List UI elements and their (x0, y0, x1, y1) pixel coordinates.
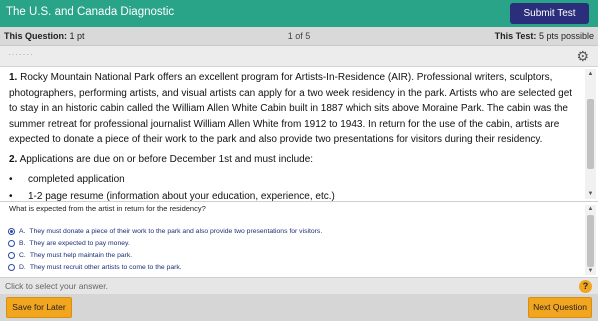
list-item: 1-2 page resume (information about your … (9, 188, 579, 201)
question-prompt: What is expected from the artist in retu… (9, 204, 206, 213)
passage-text: 1. Rocky Mountain National Park offers a… (9, 70, 579, 201)
question-scrollbar[interactable]: ▲ ▼ (585, 205, 596, 275)
this-question-value: 1 pt (69, 31, 85, 41)
choice-letter: A. (19, 227, 26, 235)
test-title: The U.S. and Canada Diagnostic (6, 6, 175, 18)
radio-button[interactable] (8, 263, 15, 271)
score-info-bar: 1 of 5 This Question: 1 pt This Test: 5 … (0, 27, 598, 46)
list-item: completed application (9, 171, 579, 188)
choice-a[interactable]: A. They must donate a piece of their wor… (8, 225, 322, 237)
radio-button[interactable] (8, 251, 15, 259)
this-test-value: 5 pts possible (538, 31, 594, 41)
passage-item-1: 1. Rocky Mountain National Park offers a… (9, 70, 579, 148)
save-for-later-button[interactable]: Save for Later (6, 297, 72, 318)
question-panel: What is expected from the artist in retu… (0, 203, 598, 276)
help-icon[interactable]: ? (579, 280, 592, 293)
scroll-up-icon[interactable]: ▲ (585, 71, 596, 77)
passage-item-2: 2. Applications are due on or before Dec… (9, 152, 579, 168)
requirements-list: completed application 1-2 page resume (i… (9, 171, 579, 201)
choice-letter: B. (19, 239, 26, 247)
item-1-number: 1. (9, 72, 18, 83)
choice-c[interactable]: C. They must help maintain the park. (8, 249, 322, 261)
app-header: The U.S. and Canada Diagnostic Submit Te… (0, 0, 598, 27)
this-question-points: This Question: 1 pt (4, 31, 85, 41)
this-test-points: This Test: 5 pts possible (495, 31, 594, 41)
item-2-text: Applications are due on or before Decemb… (19, 153, 314, 165)
scroll-down-icon[interactable]: ▼ (585, 191, 596, 197)
item-2-number: 2. (9, 153, 18, 165)
item-1-text: Rocky Mountain National Park offers an e… (9, 72, 573, 145)
next-question-button[interactable]: Next Question (528, 297, 592, 318)
scroll-up-icon[interactable]: ▲ (585, 206, 596, 212)
passage-panel[interactable]: 1. Rocky Mountain National Park offers a… (0, 67, 598, 202)
choice-letter: C. (19, 251, 26, 259)
choice-b[interactable]: B. They are expected to pay money. (8, 237, 322, 249)
status-message: Click to select your answer. (5, 281, 108, 291)
choice-d[interactable]: D. They must recruit other artists to co… (8, 261, 322, 273)
footer-bar: Save for Later Next Question (0, 294, 598, 321)
question-toolbar: ······· ⚙ (0, 46, 598, 67)
status-bar: Click to select your answer. ? (0, 277, 598, 294)
choice-text: They are expected to pay money. (29, 239, 130, 247)
scrollbar-thumb[interactable] (587, 215, 594, 267)
choice-text: They must recruit other artists to come … (29, 263, 182, 271)
radio-button[interactable] (8, 239, 15, 247)
this-question-label: This Question: (4, 31, 67, 41)
scrollbar-thumb[interactable] (587, 99, 594, 169)
choice-text: They must donate a piece of their work t… (29, 227, 323, 235)
answer-choices: A. They must donate a piece of their wor… (8, 225, 322, 273)
submit-test-button[interactable]: Submit Test (510, 3, 589, 24)
drag-handle-icon[interactable]: ······· (8, 50, 34, 59)
this-test-label: This Test: (494, 31, 537, 41)
gear-icon[interactable]: ⚙ (576, 48, 589, 65)
choice-text: They must help maintain the park. (29, 251, 133, 259)
passage-scrollbar[interactable]: ▲ ▼ (585, 69, 596, 199)
scroll-down-icon[interactable]: ▼ (585, 268, 596, 274)
choice-letter: D. (19, 263, 26, 271)
radio-button[interactable] (8, 227, 15, 235)
